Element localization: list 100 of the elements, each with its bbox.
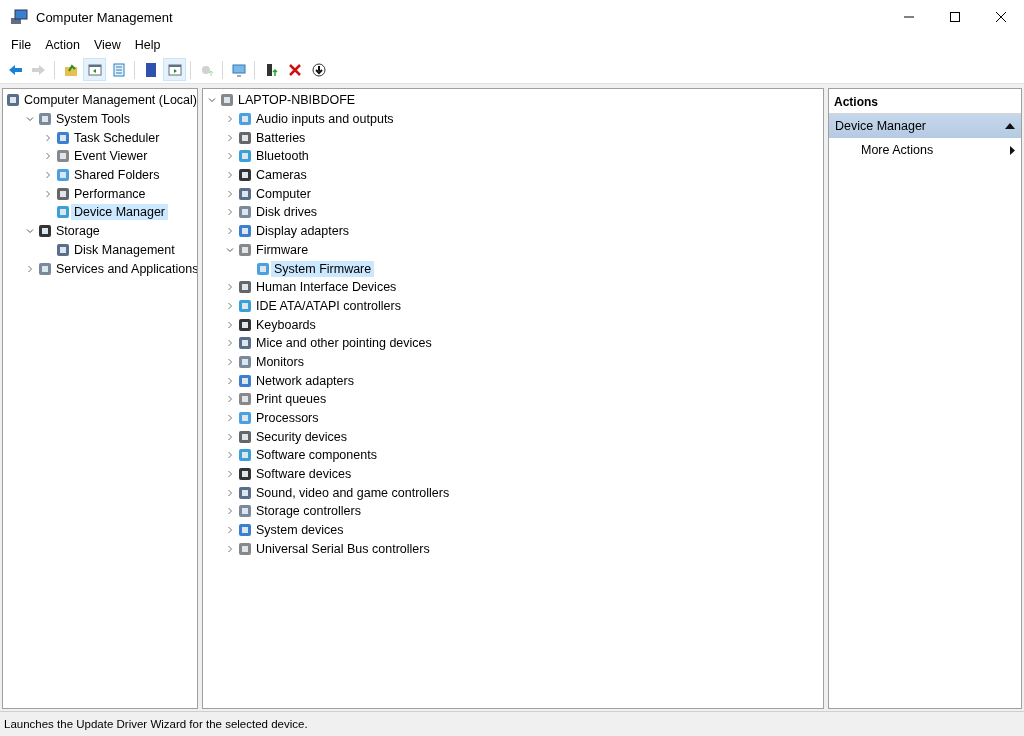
device-icon [237,111,253,128]
device-icon [237,503,253,520]
tree-item[interactable]: LAPTOP-NBIBDOFE [235,92,359,109]
action-label: More Actions [861,143,934,157]
chevron-icon[interactable] [226,432,234,441]
section-title: Device Manager [835,119,926,133]
tree-item[interactable]: Mice and other pointing devices [253,335,435,352]
computer-icon [10,9,28,25]
tree-item[interactable]: Keyboards [253,316,319,333]
chevron-icon[interactable] [226,189,234,198]
chevron-icon[interactable] [44,133,52,142]
tree-item[interactable]: System Firmware [271,260,375,277]
device-icon [237,522,253,539]
device-icon [237,279,253,296]
device-icon [237,484,253,501]
device-icon [237,185,253,202]
tree-item[interactable]: Network adapters [253,372,357,389]
device-icon [237,391,253,408]
device-icon [37,111,53,128]
device-icon [237,129,253,146]
menu-item[interactable]: View [86,36,128,54]
tree-item[interactable]: Software components [253,447,380,464]
tree-item[interactable]: Performance [71,185,149,202]
device-icon [237,167,253,184]
tree-item[interactable]: Software devices [253,466,355,483]
tree-item[interactable]: Universal Serial Bus controllers [253,540,433,557]
tree-item[interactable]: Print queues [253,391,330,408]
chevron-icon[interactable] [44,171,52,180]
tree-item[interactable]: Security devices [253,428,350,445]
chevron-icon[interactable] [226,245,234,254]
chevron-icon[interactable] [226,208,234,217]
tree-item[interactable]: IDE ATA/ATAPI controllers [253,297,404,314]
document-icon [110,61,127,78]
tree-item[interactable]: Display adapters [253,223,353,240]
device-icon [237,148,253,165]
menu-item[interactable]: File [4,36,39,54]
chevron-icon[interactable] [226,320,234,329]
chevron-icon[interactable] [26,115,34,124]
actions-section[interactable]: Device Manager [829,114,1021,138]
device-icon [237,204,253,221]
collapse-icon[interactable] [1005,123,1015,129]
maximize-icon [950,12,960,22]
tree-item[interactable]: Storage controllers [253,503,364,520]
chevron-icon[interactable] [44,189,52,198]
tree-item[interactable]: Computer [253,185,314,202]
tree-item[interactable]: Firmware [253,241,312,258]
tree-item[interactable]: Storage [53,223,103,240]
device-icon [237,241,253,258]
chevron-icon[interactable] [226,152,234,161]
device-icon [55,129,71,146]
chevron-icon[interactable] [208,96,216,105]
device-icon [219,92,235,109]
chevron-icon[interactable] [226,544,234,553]
chevron-icon[interactable] [226,227,234,236]
chevron-icon[interactable] [226,376,234,385]
device-icon [237,410,253,427]
tree-item[interactable]: Monitors [253,353,307,370]
chevron-icon[interactable] [226,488,234,497]
tree-item[interactable]: Shared Folders [71,167,163,184]
device-icon [55,241,71,258]
status-text: Launches the Update Driver Wizard for the selected device. [0,711,1024,736]
chevron-icon[interactable] [226,115,234,124]
action-item[interactable]: More Actions [829,138,1021,162]
chevron-icon[interactable] [26,227,34,236]
menu-item[interactable]: Action [38,36,87,54]
tree-item[interactable]: Human Interface Devices [253,279,400,296]
chevron-icon[interactable] [226,339,234,348]
chevron-icon[interactable] [226,414,234,423]
tree-item[interactable]: Cameras [253,167,310,184]
chevron-icon[interactable] [226,301,234,310]
tree-item[interactable]: Disk drives [253,204,321,221]
chevron-icon[interactable] [226,526,234,535]
tree-item[interactable]: Task Scheduler [71,129,163,146]
device-icon [55,148,71,165]
device-icon [55,167,71,184]
tree-item[interactable]: Bluetooth [253,148,312,165]
chevron-icon[interactable] [226,507,234,516]
tree-item[interactable]: Event Viewer [71,148,151,165]
tree-item[interactable]: Sound, video and game controllers [253,484,453,501]
close-icon [286,61,303,78]
chevron-icon[interactable] [226,395,234,404]
chevron-icon[interactable] [226,171,234,180]
chevron-icon[interactable] [26,264,34,273]
tree-item[interactable]: System devices [253,522,347,539]
tree-item[interactable]: Disk Management [71,241,178,258]
tree-item[interactable]: Processors [253,410,322,427]
chevron-icon[interactable] [226,470,234,479]
tree-item[interactable]: Batteries [253,129,309,146]
chevron-icon[interactable] [226,283,234,292]
chevron-icon[interactable] [226,451,234,460]
chevron-icon[interactable] [226,357,234,366]
tree-item[interactable]: Device Manager [71,204,168,221]
chevron-icon[interactable] [44,152,52,161]
menu-item[interactable]: Help [127,36,168,54]
tree-item[interactable]: Audio inputs and outputs [253,111,397,128]
device-icon [237,447,253,464]
tree-item[interactable]: Computer Management (Local) [21,92,197,109]
device-icon [237,316,253,333]
tree-item[interactable]: System Tools [53,111,134,128]
chevron-icon[interactable] [226,133,234,142]
